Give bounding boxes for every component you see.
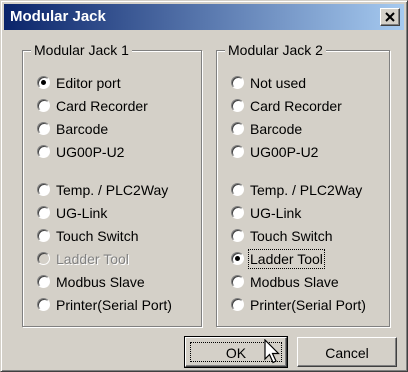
radio-button[interactable] <box>231 206 244 219</box>
radio-label: UG-Link <box>250 205 302 221</box>
radio-button[interactable] <box>37 206 50 219</box>
radio-button[interactable] <box>37 275 50 288</box>
radio-label: Modbus Slave <box>250 274 339 290</box>
cancel-button-label: Cancel <box>325 345 369 361</box>
close-button[interactable] <box>380 8 400 26</box>
radio-button[interactable] <box>231 183 244 196</box>
radio-label: Touch Switch <box>56 228 139 244</box>
radio-button[interactable] <box>231 229 244 242</box>
radio-label: Ladder Tool <box>56 251 129 267</box>
radio-button[interactable] <box>37 229 50 242</box>
close-icon <box>385 12 395 22</box>
radio-button[interactable] <box>37 76 50 89</box>
group-caption: Modular Jack 1 <box>31 42 132 58</box>
radio-label: UG-Link <box>56 205 108 221</box>
cancel-button[interactable]: Cancel <box>297 337 397 367</box>
mouse-pointer-icon <box>264 339 280 364</box>
radio-button[interactable] <box>37 183 50 196</box>
radio-selected-dot <box>235 256 240 261</box>
radio-label: Not used <box>250 75 307 91</box>
title-bar[interactable]: Modular Jack <box>4 4 404 30</box>
radio-button[interactable] <box>37 122 50 135</box>
radio-button[interactable] <box>231 99 244 112</box>
group-modular-jack-2: Modular Jack 2 Not used Card Recorder Barc… <box>216 42 390 327</box>
window-title: Modular Jack <box>10 8 106 25</box>
radio-button[interactable] <box>231 252 244 265</box>
radio-label: Modbus Slave <box>56 274 145 290</box>
radio-label: Barcode <box>250 121 303 137</box>
radio-label: Card Recorder <box>56 98 148 114</box>
radio-button[interactable] <box>231 145 244 158</box>
radio-button[interactable] <box>231 76 244 89</box>
radio-button[interactable] <box>231 298 244 311</box>
radio-button[interactable] <box>231 275 244 288</box>
radio-label: Temp. / PLC2Way <box>56 182 169 198</box>
group-modular-jack-1: Modular Jack 1 Editor port Card Recorder B… <box>22 42 202 327</box>
radio-button <box>37 252 50 265</box>
radio-button[interactable] <box>37 99 50 112</box>
radio-button[interactable] <box>37 298 50 311</box>
radio-selected-dot <box>41 80 46 85</box>
radio-label: Touch Switch <box>250 228 333 244</box>
radio-label: Card Recorder <box>250 98 342 114</box>
radio-label: Ladder Tool <box>248 249 325 269</box>
radio-label: Temp. / PLC2Way <box>250 182 363 198</box>
radio-label: UG00P-U2 <box>250 144 319 160</box>
radio-label: UG00P-U2 <box>56 144 125 160</box>
radio-button[interactable] <box>231 122 244 135</box>
radio-label: Editor port <box>56 75 121 91</box>
modular-jack-dialog: Modular Jack Modular Jack 1 Editor port C… <box>0 0 408 372</box>
group-caption: Modular Jack 2 <box>225 42 326 58</box>
radio-label: Barcode <box>56 121 109 137</box>
radio-label: Printer(Serial Port) <box>250 297 366 313</box>
radio-button[interactable] <box>37 145 50 158</box>
radio-label: Printer(Serial Port) <box>56 297 172 313</box>
